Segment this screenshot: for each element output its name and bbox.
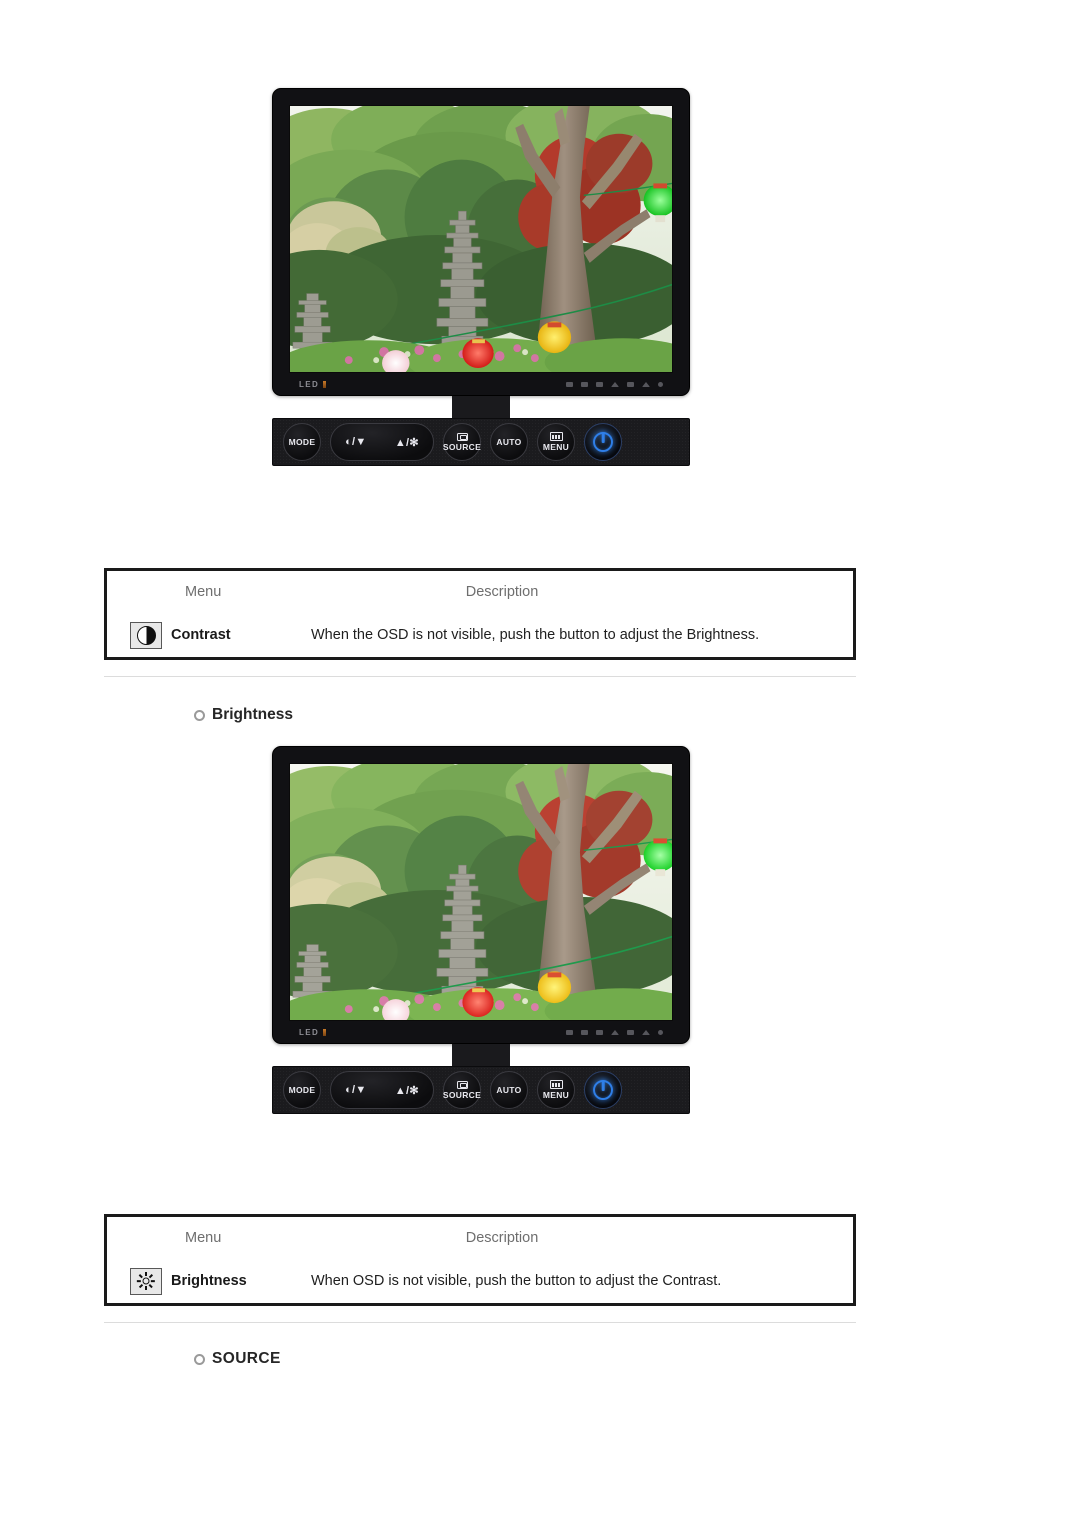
chin-mark-icon <box>596 381 603 387</box>
chin-mark-triangle-icon <box>642 381 650 387</box>
brightness-heading-text: Brightness <box>212 706 293 723</box>
contrast-brightness-rocker[interactable]: ◐/▼ ▲/✻ <box>330 1071 434 1109</box>
menu-column-header: Menu <box>185 584 222 600</box>
chin-mark-icon <box>566 1029 573 1035</box>
source-heading: SOURCE <box>194 1350 281 1368</box>
chin-mark-icon <box>596 1029 603 1035</box>
menu-column-header: Menu <box>185 1230 222 1246</box>
chin-mark-icon <box>627 381 634 387</box>
monitor-screen <box>289 105 673 373</box>
contrast-description: When the OSD is not visible, push the bu… <box>311 627 760 643</box>
menu-button[interactable]: MENU <box>537 1071 575 1109</box>
chin-button-marks <box>566 381 663 387</box>
source-heading-text: SOURCE <box>212 1350 281 1367</box>
chin-mark-dot-icon <box>658 381 663 387</box>
contrast-icon <box>136 625 156 645</box>
description-column-header: Description <box>465 584 539 600</box>
garden-photo <box>290 106 672 372</box>
chin-mark-icon <box>627 1029 634 1035</box>
brightness-sun-icon <box>137 1272 156 1291</box>
brightness-icon-cell <box>121 1267 171 1295</box>
power-button[interactable] <box>584 1071 622 1109</box>
led-label: LED <box>299 380 327 389</box>
menu-button-label: MENU <box>542 442 570 453</box>
contrast-table-header-row: Menu Description <box>107 571 853 613</box>
monitor-chin: LED <box>289 373 673 395</box>
chin-mark-triangle-icon <box>611 1029 619 1035</box>
brightness-table: Menu Description Brightness When OSD is … <box>104 1214 856 1306</box>
table-row: Contrast When the OSD is not visible, pu… <box>107 613 853 657</box>
brightness-menu-label: Brightness <box>171 1273 247 1289</box>
chin-mark-icon <box>566 381 573 387</box>
source-screen-icon <box>456 432 468 441</box>
chin-button-marks <box>566 1029 663 1035</box>
contrast-icon-box <box>130 621 162 649</box>
chin-mark-icon <box>581 1029 588 1035</box>
monitor-chin: LED <box>289 1021 673 1043</box>
brightness-description: When OSD is not visible, push the button… <box>311 1273 722 1289</box>
source-button[interactable]: SOURCE <box>443 423 481 461</box>
contrast-icon-cell <box>121 621 171 649</box>
led-label: LED <box>299 1028 327 1037</box>
auto-button-label: AUTO <box>496 1084 522 1095</box>
source-screen-icon <box>456 1080 468 1089</box>
brightness-table-header-row: Menu Description <box>107 1217 853 1259</box>
bullet-circle-icon <box>194 1353 205 1365</box>
auto-button[interactable]: AUTO <box>490 1071 528 1109</box>
contrast-brightness-rocker[interactable]: ◐/▼ ▲/✻ <box>330 423 434 461</box>
contrast-menu-label: Contrast <box>171 627 231 643</box>
menu-button-label: MENU <box>542 1090 570 1101</box>
source-button-label: SOURCE <box>442 1089 482 1100</box>
bullet-circle-icon <box>194 709 205 721</box>
power-icon <box>593 1080 613 1100</box>
menu-grid-icon <box>549 1080 563 1090</box>
table-row: Brightness When OSD is not visible, push… <box>107 1259 853 1303</box>
brightness-icon-box <box>130 1267 162 1295</box>
monitor-neck <box>452 396 510 418</box>
mode-button[interactable]: MODE <box>283 1071 321 1109</box>
power-button[interactable] <box>584 423 622 461</box>
mode-button-label: MODE <box>288 436 316 447</box>
contrast-down-icon[interactable]: ◐/▼ <box>345 1084 367 1096</box>
auto-button[interactable]: AUTO <box>490 423 528 461</box>
source-button[interactable]: SOURCE <box>443 1071 481 1109</box>
contrast-down-icon[interactable]: ◐/▼ <box>345 436 367 448</box>
brightness-up-icon[interactable]: ▲/✻ <box>395 436 419 449</box>
mode-button-label: MODE <box>288 1084 316 1095</box>
led-indicator-icon <box>323 1028 327 1036</box>
description-column-header: Description <box>465 1230 539 1246</box>
power-icon <box>593 432 613 452</box>
garden-photo <box>290 764 672 1020</box>
contrast-table: Menu Description Contrast When the OSD i… <box>104 568 856 660</box>
monitor-screen <box>289 763 673 1021</box>
mode-button[interactable]: MODE <box>283 423 321 461</box>
monitor-bezel: LED <box>272 88 690 396</box>
chin-mark-icon <box>581 381 588 387</box>
monitor-illustration-brightness: LED MODE ◐/▼ ▲/✻ SOURCE AUTO MENU <box>272 746 690 1114</box>
monitor-control-bar: MODE ◐/▼ ▲/✻ SOURCE AUTO MENU <box>272 418 690 466</box>
monitor-neck <box>452 1044 510 1066</box>
section-divider <box>104 1322 856 1323</box>
led-indicator-icon <box>323 380 327 388</box>
menu-button[interactable]: MENU <box>537 423 575 461</box>
menu-grid-icon <box>549 432 563 442</box>
auto-button-label: AUTO <box>496 436 522 447</box>
chin-mark-triangle-icon <box>642 1029 650 1035</box>
chin-mark-triangle-icon <box>611 381 619 387</box>
chin-mark-dot-icon <box>658 1029 663 1035</box>
monitor-bezel: LED <box>272 746 690 1044</box>
source-button-label: SOURCE <box>442 441 482 452</box>
section-divider <box>104 676 856 677</box>
monitor-illustration-contrast: LED MODE ◐/▼ ▲/✻ SOURCE AUTO MENU <box>272 88 690 466</box>
monitor-control-bar: MODE ◐/▼ ▲/✻ SOURCE AUTO MENU <box>272 1066 690 1114</box>
brightness-up-icon[interactable]: ▲/✻ <box>395 1084 419 1097</box>
brightness-heading: Brightness <box>194 706 293 724</box>
